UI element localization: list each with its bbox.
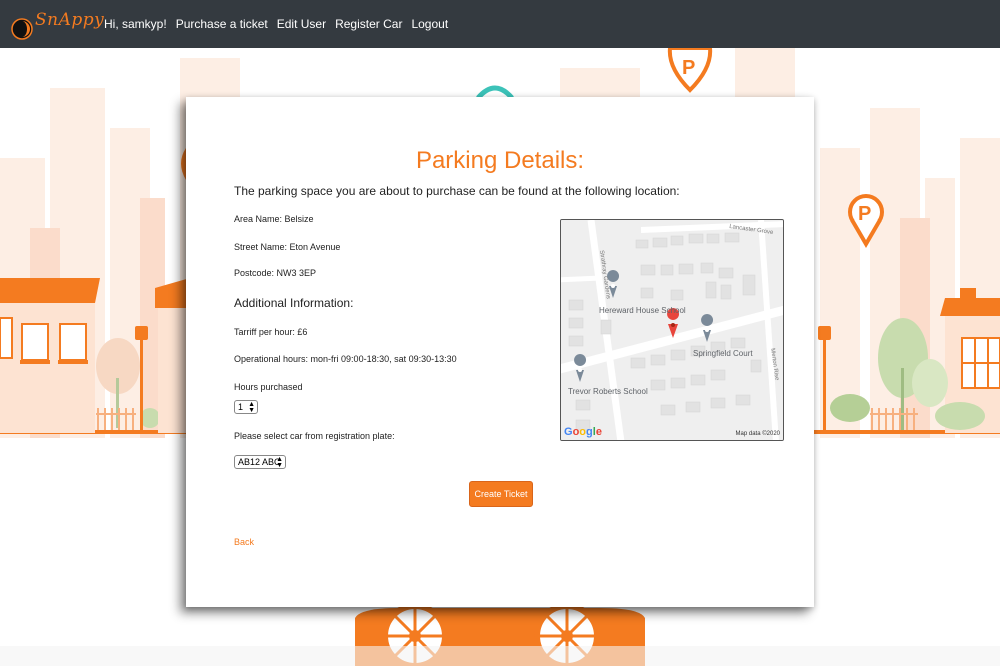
hours-value: 1 [238,402,244,412]
street-name: Street Name: Eton Avenue [234,242,341,252]
select-arrows-icon: ▲ ▼ [276,456,283,469]
brand-name: SnAppy [35,10,105,30]
svg-text:P: P [682,57,695,79]
car-select-value: AB12 ABC [238,457,281,467]
additional-info-heading: Additional Information: [234,296,354,310]
brand-logo-link[interactable]: SnAppy [8,4,104,44]
hours-purchased-stepper[interactable]: 1 ▲ ▼ [234,400,258,414]
map-place-label: Trevor Roberts School [568,387,648,396]
page-title: Parking Details: [415,147,585,174]
car-select-label: Please select car from registration plat… [234,431,395,441]
tariff: Tarriff per hour: £6 [234,327,308,337]
google-logo[interactable]: Google [564,426,602,438]
location-map[interactable]: Lancaster Grove Strathray Gardens Merton… [560,219,784,441]
parking-details-card: Parking Details: The parking space you a… [186,97,814,607]
intro-text: The parking space you are about to purch… [234,184,680,198]
map-place-label: Hereward House School [599,306,686,315]
nav-edit-user[interactable]: Edit User [277,17,326,31]
nav-register-car[interactable]: Register Car [335,17,402,31]
nav-purchase-ticket[interactable]: Purchase a ticket [176,17,268,31]
create-ticket-button[interactable]: Create Ticket [469,481,533,507]
nav-greeting[interactable]: Hi, samkyp! [104,17,167,31]
back-link[interactable]: Back [234,537,254,547]
svg-text:P: P [858,203,871,225]
car-registration-select[interactable]: AB12 ABC ▲ ▼ [234,455,286,469]
snappy-logo-icon [11,18,33,40]
map-place-label: Springfield Court [693,349,753,358]
operational-hours: Operational hours: mon-fri 09:00-18:30, … [234,354,457,364]
top-navbar: SnAppy Hi, samkyp! Purchase a ticket Edi… [0,0,1000,48]
nav-logout[interactable]: Logout [411,17,448,31]
postcode: Postcode: NW3 3EP [234,268,317,278]
map-attribution[interactable]: Map data ©2020 [736,431,780,437]
area-name: Area Name: Belsize [234,214,314,224]
stepper-arrows-icon[interactable]: ▲ ▼ [248,401,255,414]
hours-purchased-label: Hours purchased [234,382,303,392]
